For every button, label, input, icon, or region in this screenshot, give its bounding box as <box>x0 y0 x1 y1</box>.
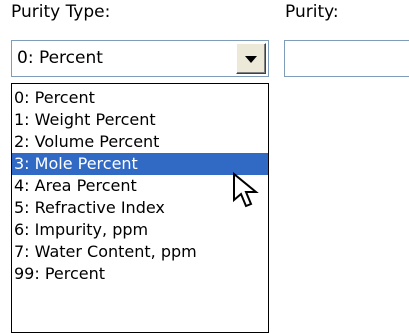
purity-type-selected-value: 0: Percent <box>17 48 103 68</box>
purity-type-options-list[interactable]: 0: Percent 1: Weight Percent 2: Volume P… <box>11 83 269 333</box>
option-impurity-ppm[interactable]: 6: Impurity, ppm <box>12 219 268 241</box>
option-percent[interactable]: 0: Percent <box>12 87 268 109</box>
mouse-pointer-icon <box>233 172 259 208</box>
purity-label: Purity: <box>285 2 339 22</box>
option-weight-percent[interactable]: 1: Weight Percent <box>12 109 268 131</box>
chevron-down-icon <box>245 56 257 63</box>
option-water-content-ppm[interactable]: 7: Water Content, ppm <box>12 241 268 263</box>
option-99-percent[interactable]: 99: Percent <box>12 263 268 285</box>
purity-input[interactable] <box>284 40 409 77</box>
option-mole-percent[interactable]: 3: Mole Percent <box>12 153 268 175</box>
option-area-percent[interactable]: 4: Area Percent <box>12 175 268 197</box>
purity-type-label: Purity Type: <box>11 2 111 22</box>
purity-type-dropdown[interactable]: 0: Percent <box>11 40 269 77</box>
option-refractive-index[interactable]: 5: Refractive Index <box>12 197 268 219</box>
option-volume-percent[interactable]: 2: Volume Percent <box>12 131 268 153</box>
dropdown-button[interactable] <box>236 43 266 74</box>
